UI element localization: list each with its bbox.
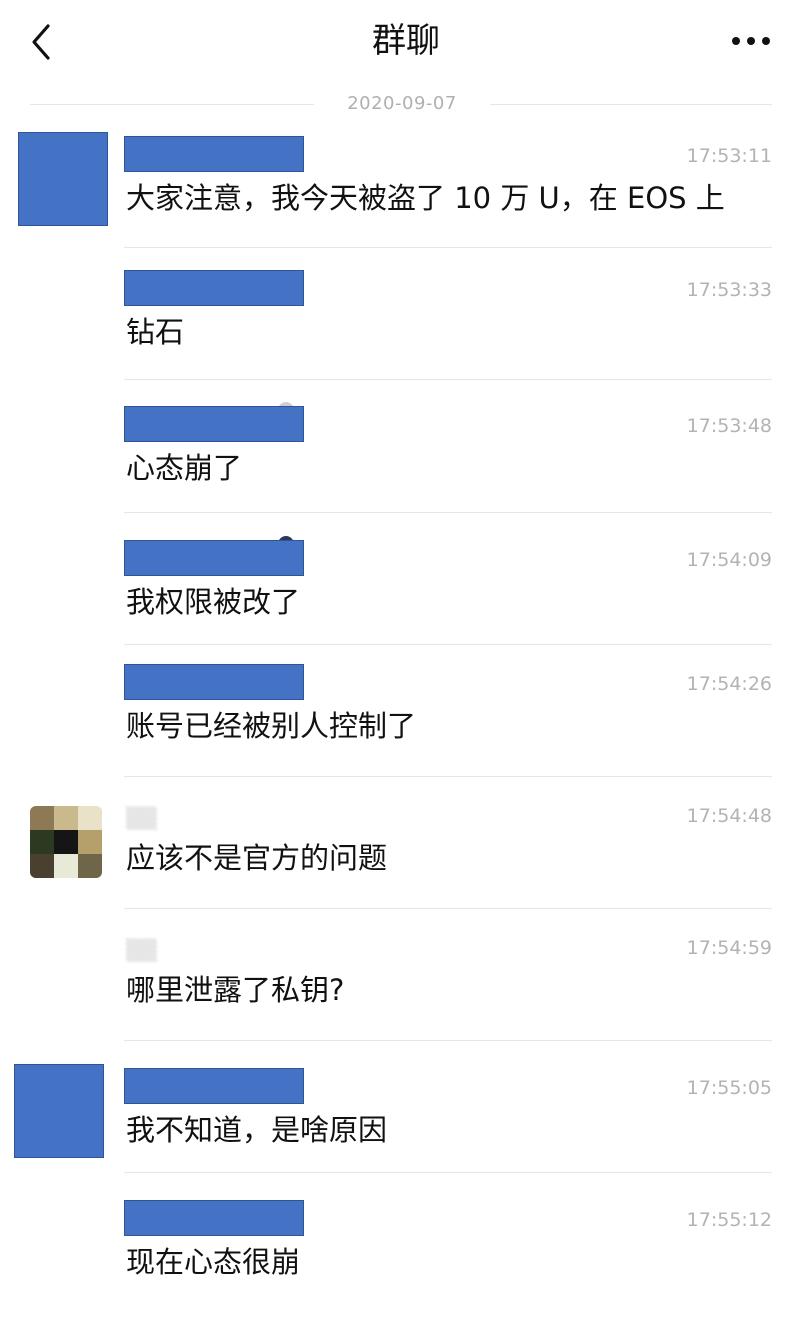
sender-name-redacted: [124, 1068, 304, 1104]
message-text: 账号已经被别人控制了: [126, 709, 417, 743]
message-item[interactable]: 17:54:09 我权限被改了: [0, 536, 812, 668]
page-title: 群聊: [372, 21, 440, 61]
message-item[interactable]: ▒▒ 17:54:48 应该不是官方的问题: [0, 792, 812, 924]
message-time: 17:54:26: [686, 673, 772, 695]
message-time: 17:54:09: [686, 549, 772, 571]
message-time: 17:54:59: [686, 937, 772, 959]
message-text: 我不知道，是啥原因: [126, 1113, 388, 1147]
sender-name-redacted: [124, 406, 304, 442]
sender-name-redacted: [124, 270, 304, 306]
message-item[interactable]: 17:53:11 大家注意，我今天被盗了 10 万 U，在 EOS 上: [0, 132, 812, 264]
avatar-pixel: [30, 806, 54, 830]
message-text: 应该不是官方的问题: [126, 841, 388, 875]
divider-line: [30, 104, 314, 105]
message-item[interactable]: 17:53:48 心态崩了: [0, 402, 812, 534]
message-separator: [124, 247, 772, 248]
avatar[interactable]: [18, 132, 108, 226]
message-text: 心态崩了: [126, 451, 243, 485]
sender-name-redacted: [124, 664, 304, 700]
sender-name-redacted: [124, 1200, 304, 1236]
message-item[interactable]: 17:55:05 我不知道，是啥原因: [0, 1064, 812, 1196]
message-text: 哪里泄露了私钥?: [126, 973, 345, 1007]
avatar-pixel: [78, 854, 102, 878]
message-item[interactable]: 17:55:12 现在心态很崩: [0, 1196, 812, 1328]
avatar-pixel: [78, 830, 102, 854]
message-separator: [124, 644, 772, 645]
message-separator: [124, 379, 772, 380]
date-label: 2020-09-07: [347, 93, 457, 114]
avatar-pixel: [30, 854, 54, 878]
message-separator: [124, 1040, 772, 1041]
message-separator: [124, 776, 772, 777]
avatar[interactable]: [30, 806, 102, 878]
message-time: 17:54:48: [686, 805, 772, 827]
message-time: 17:53:11: [686, 145, 772, 167]
message-time: 17:55:12: [686, 1209, 772, 1231]
message-separator: [124, 908, 772, 909]
more-horizontal-icon: [732, 37, 770, 45]
message-separator: [124, 512, 772, 513]
message-item[interactable]: 17:54:26 账号已经被别人控制了: [0, 660, 812, 792]
avatar-pixel: [78, 806, 102, 830]
message-text: 大家注意，我今天被盗了 10 万 U，在 EOS 上: [126, 181, 725, 215]
message-time: 17:53:48: [686, 415, 772, 437]
avatar[interactable]: [14, 1064, 104, 1158]
avatar-pixel: [30, 830, 54, 854]
message-time: 17:53:33: [686, 279, 772, 301]
sender-name-redacted: [124, 136, 304, 172]
avatar-pixel: [54, 806, 78, 830]
message-item[interactable]: ▒▒ 17:54:59 哪里泄露了私钥?: [0, 924, 812, 1056]
avatar-pixel: [54, 854, 78, 878]
message-text: 钻石: [126, 315, 185, 349]
date-divider: 2020-09-07: [30, 90, 772, 120]
sender-name-blurred: ▒▒: [126, 938, 157, 962]
sender-name-redacted: [124, 540, 304, 576]
divider-line: [490, 104, 772, 105]
navigation-bar: 群聊: [0, 0, 812, 84]
avatar-pixel: [54, 830, 78, 854]
more-button[interactable]: [724, 26, 780, 56]
message-text: 现在心态很崩: [126, 1245, 301, 1279]
message-text: 我权限被改了: [126, 585, 301, 619]
sender-name-blurred: ▒▒: [126, 806, 157, 830]
message-separator: [124, 1172, 772, 1173]
message-time: 17:55:05: [686, 1077, 772, 1099]
